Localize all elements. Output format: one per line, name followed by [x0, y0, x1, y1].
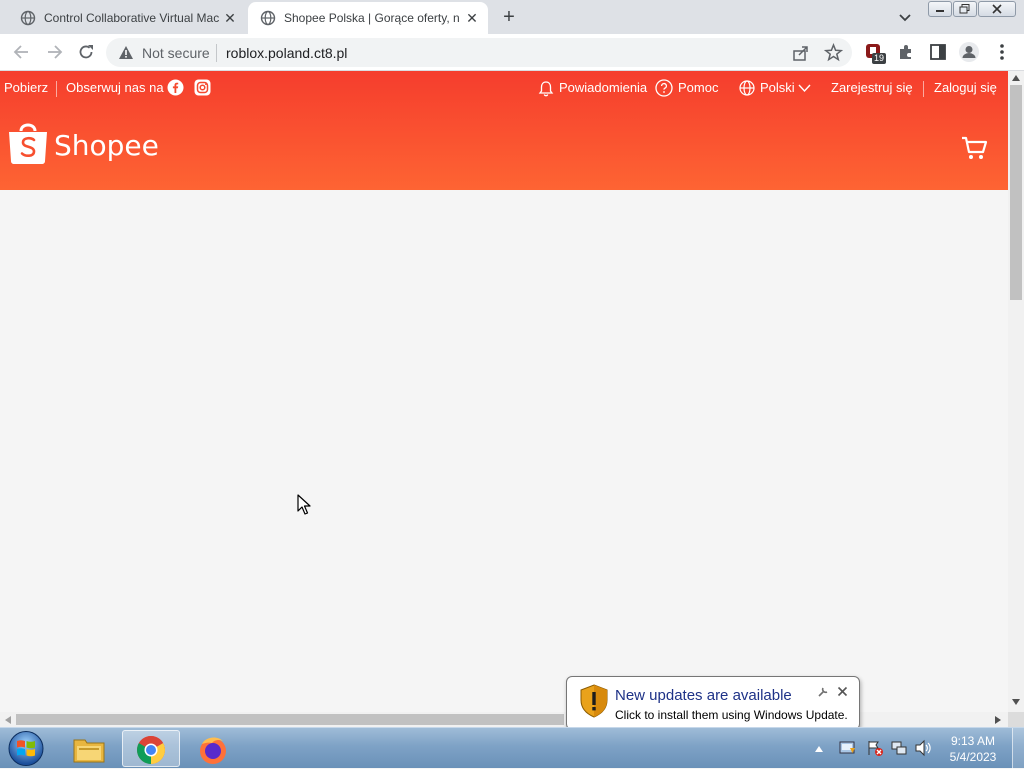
extension-button[interactable]: 19 — [864, 42, 888, 66]
vertical-scroll-thumb[interactable] — [1010, 85, 1022, 300]
scrollbar-corner — [1008, 712, 1024, 727]
mouse-cursor-icon — [297, 494, 311, 515]
windows-update-tray-icon[interactable] — [838, 739, 856, 757]
scroll-right-arrow-icon[interactable] — [995, 716, 1001, 724]
address-bar[interactable]: Not secure roblox.poland.ct8.pl — [106, 38, 852, 67]
close-window-button[interactable] — [978, 1, 1016, 17]
clock-time: 9:13 AM — [950, 734, 996, 748]
puzzle-icon[interactable] — [897, 43, 915, 61]
chrome-icon — [137, 736, 165, 764]
action-center-flag-icon[interactable] — [866, 739, 884, 757]
tab-title: Shopee Polska | Gorące oferty, n — [284, 11, 460, 25]
tab-strip: Control Collaborative Virtual Mac ✕ Shop… — [0, 0, 1024, 34]
tab-control-collaborative[interactable]: Control Collaborative Virtual Mac ✕ — [8, 2, 246, 34]
volume-icon[interactable] — [914, 739, 932, 757]
register-link[interactable]: Zarejestruj się — [831, 80, 913, 95]
balloon-text: Click to install them using Windows Upda… — [615, 708, 848, 722]
globe-icon — [260, 10, 276, 26]
security-shield-warning-icon — [580, 684, 608, 718]
close-icon — [992, 4, 1002, 14]
taskbar-firefox[interactable] — [184, 730, 242, 767]
folder-icon — [73, 739, 105, 763]
horizontal-scroll-thumb[interactable] — [16, 714, 564, 725]
clock-date: 5/4/2023 — [949, 750, 997, 764]
shopping-bag-logo-icon — [9, 123, 47, 164]
globe-icon[interactable] — [739, 80, 755, 96]
scroll-left-arrow-icon[interactable] — [5, 716, 11, 724]
divider — [216, 44, 217, 62]
close-tab-icon[interactable]: ✕ — [220, 10, 240, 27]
warning-icon[interactable] — [118, 45, 134, 60]
profile-avatar-icon[interactable] — [958, 41, 980, 63]
back-arrow-icon[interactable] — [12, 42, 32, 62]
help-question-icon[interactable] — [655, 79, 673, 97]
restore-button[interactable] — [953, 1, 977, 17]
tab-search-chevron-icon[interactable] — [896, 8, 914, 26]
taskbar-file-explorer[interactable] — [60, 730, 118, 767]
browser-toolbar: Not secure roblox.poland.ct8.pl 19 — [0, 34, 1024, 71]
instagram-icon[interactable] — [194, 79, 211, 96]
kebab-menu-icon[interactable] — [994, 43, 1010, 61]
close-icon[interactable] — [837, 686, 848, 697]
security-label[interactable]: Not secure — [142, 45, 210, 61]
reload-icon[interactable] — [76, 42, 96, 62]
divider — [923, 81, 924, 97]
url-text[interactable]: roblox.poland.ct8.pl — [226, 45, 347, 61]
scroll-up-arrow-icon[interactable] — [1012, 75, 1020, 81]
forward-arrow-icon[interactable] — [44, 42, 64, 62]
help-link[interactable]: Pomoc — [678, 80, 718, 95]
firefox-icon — [200, 737, 226, 764]
download-link[interactable]: Pobierz — [4, 80, 48, 95]
extension-badge: 19 — [872, 53, 887, 64]
minimize-button[interactable] — [928, 1, 952, 17]
new-tab-button[interactable]: + — [498, 6, 520, 28]
tab-title: Control Collaborative Virtual Mac — [44, 11, 220, 25]
login-link[interactable]: Zaloguj się — [934, 80, 997, 95]
shopping-cart-icon[interactable] — [960, 134, 988, 162]
page-content: Pobierz Obserwuj nas na Powiadomienia Po… — [0, 71, 1008, 712]
balloon-title: New updates are available — [615, 687, 792, 704]
side-panel-icon[interactable] — [929, 43, 947, 61]
taskbar-google-chrome[interactable] — [122, 730, 180, 767]
windows-start-orb-icon — [8, 731, 44, 766]
logo-text: Shopee — [54, 129, 159, 162]
shopee-logo[interactable]: Shopee — [8, 119, 159, 169]
show-desktop-button[interactable] — [1012, 728, 1024, 769]
vertical-scrollbar[interactable] — [1008, 71, 1024, 712]
scroll-down-arrow-icon[interactable] — [1012, 699, 1020, 705]
chevron-down-icon[interactable] — [798, 83, 811, 93]
shopee-header: Pobierz Obserwuj nas na Powiadomienia Po… — [0, 71, 1008, 190]
tab-shopee-polska[interactable]: Shopee Polska | Gorące oferty, n ✕ — [248, 2, 488, 34]
language-selector[interactable]: Polski — [760, 80, 795, 95]
follow-us-label: Obserwuj nas na — [66, 80, 164, 95]
divider — [56, 81, 57, 97]
globe-icon — [20, 10, 36, 26]
bell-icon[interactable] — [538, 80, 554, 97]
notifications-link[interactable]: Powiadomienia — [559, 80, 647, 95]
minimize-icon — [936, 10, 944, 12]
network-icon[interactable] — [890, 739, 908, 757]
start-button[interactable] — [4, 728, 48, 769]
restore-icon — [959, 4, 970, 14]
windows-update-balloon[interactable]: New updates are available Click to insta… — [566, 676, 860, 745]
system-clock[interactable]: 9:13 AM 5/4/2023 — [934, 733, 1012, 765]
close-tab-icon[interactable]: ✕ — [462, 10, 482, 27]
settings-wrench-icon[interactable] — [817, 686, 829, 698]
bookmark-star-icon[interactable] — [824, 43, 843, 62]
share-icon[interactable] — [792, 44, 810, 62]
show-hidden-icons-icon[interactable] — [814, 745, 824, 753]
windows-taskbar: 9:13 AM 5/4/2023 — [0, 727, 1024, 769]
facebook-icon[interactable] — [167, 79, 184, 96]
